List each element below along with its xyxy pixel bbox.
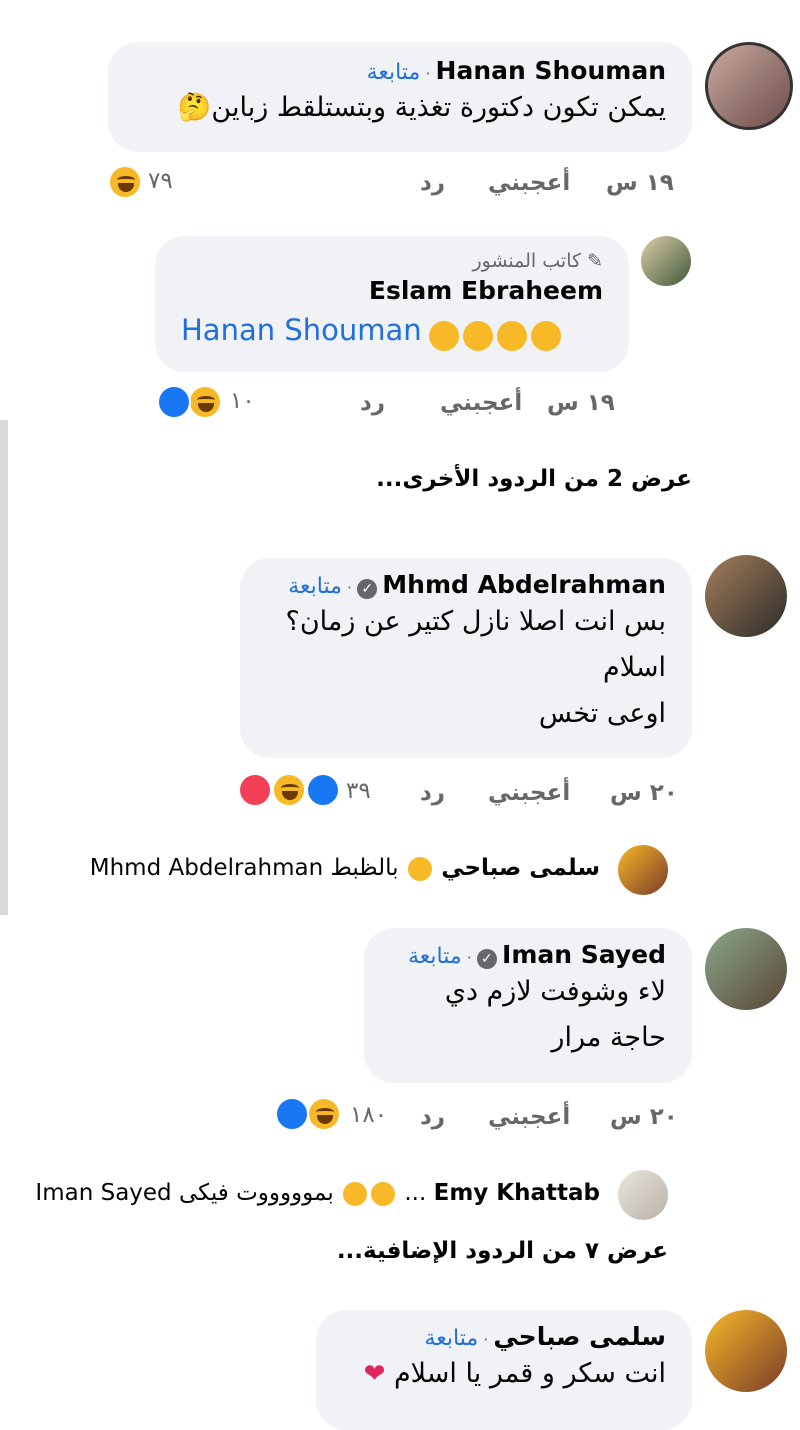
star-eyes-emoji-icon bbox=[343, 1181, 368, 1206]
laughing-emoji-icon bbox=[530, 320, 561, 351]
comment-bubble: Mhmd Abdelrahman ✓ · متابعة بس انت اصلا … bbox=[240, 558, 692, 758]
comment-line: حاجة مرار bbox=[551, 1022, 666, 1053]
reply-mention[interactable]: Mhmd Abdelrahman bbox=[90, 855, 323, 881]
reply-button[interactable]: رد bbox=[360, 390, 385, 416]
reply-button[interactable]: رد bbox=[420, 780, 445, 806]
reply-author[interactable]: سلمى صباحي bbox=[441, 855, 600, 881]
commenter-name[interactable]: Iman Sayed bbox=[502, 940, 666, 969]
commenter-name[interactable]: Mhmd Abdelrahman bbox=[382, 570, 666, 599]
comment-time: ١٩ س bbox=[606, 170, 674, 196]
avatar[interactable] bbox=[641, 236, 691, 286]
comment-line: اوعى تخس bbox=[538, 698, 666, 729]
commenter-name[interactable]: Eslam Ebraheem bbox=[181, 276, 603, 305]
comment-line: اسلام bbox=[603, 652, 666, 683]
avatar[interactable] bbox=[705, 555, 787, 637]
haha-reaction-icon bbox=[307, 1097, 341, 1131]
follow-link[interactable]: متابعة bbox=[367, 60, 421, 85]
pencil-icon: ✎ bbox=[587, 250, 603, 272]
avatar[interactable] bbox=[618, 1170, 668, 1220]
comment-line: بس انت اصلا نازل كتير عن زمان؟ bbox=[285, 606, 667, 637]
smile-emoji-icon bbox=[407, 856, 432, 881]
like-button[interactable]: أعجبني bbox=[440, 390, 522, 416]
laughing-emoji-icon bbox=[462, 320, 493, 351]
laughing-emoji-icon bbox=[496, 320, 527, 351]
avatar[interactable] bbox=[705, 42, 793, 130]
reply-button[interactable]: رد bbox=[420, 170, 445, 196]
comment-bubble: سلمى صباحي · متابعة انت سكر و قمر يا اسل… bbox=[316, 1310, 692, 1430]
comment-time: ٢٠ س bbox=[610, 780, 678, 806]
comment-time: ١٩ س bbox=[547, 390, 615, 416]
mention-link[interactable]: Hanan Shouman bbox=[181, 313, 422, 347]
star-eyes-emoji-icon bbox=[371, 1181, 396, 1206]
avatar[interactable] bbox=[705, 1310, 787, 1392]
commenter-name[interactable]: Hanan Shouman bbox=[436, 56, 666, 85]
follow-link[interactable]: متابعة bbox=[424, 1326, 478, 1351]
like-reaction-icon bbox=[275, 1097, 309, 1131]
haha-reaction-icon bbox=[108, 165, 142, 199]
comment-text: انت سكر و قمر يا اسلام bbox=[393, 1358, 666, 1389]
avatar[interactable] bbox=[618, 845, 668, 895]
like-button[interactable]: أعجبني bbox=[488, 170, 570, 196]
follow-link[interactable]: متابعة bbox=[288, 574, 342, 599]
heart-emoji-icon: ❤ bbox=[363, 1359, 386, 1389]
view-more-replies[interactable]: عرض ٧ من الردود الإضافية... bbox=[337, 1238, 668, 1264]
reaction-count[interactable]: ٣٩ bbox=[346, 778, 371, 804]
comment-text: يمكن تكون دكتورة تغذية وبتستلقط زباين🤔 bbox=[177, 92, 666, 123]
reply-button[interactable]: رد bbox=[420, 1104, 445, 1130]
like-button[interactable]: أعجبني bbox=[488, 1104, 570, 1130]
view-more-replies[interactable]: عرض 2 من الردود الأخرى... bbox=[376, 466, 692, 492]
comment-bubble: Hanan Shouman · متابعة يمكن تكون دكتورة … bbox=[108, 42, 692, 152]
like-reaction-icon bbox=[306, 773, 340, 807]
reply-preview[interactable]: Emy Khattab ... بموووووت فيكى Iman Sayed bbox=[35, 1180, 600, 1206]
author-badge: كاتب المنشور bbox=[472, 250, 582, 272]
verified-badge-icon: ✓ bbox=[357, 578, 378, 599]
reply-preview[interactable]: سلمى صباحي بالظبط Mhmd Abdelrahman bbox=[90, 855, 600, 881]
laughing-emoji-icon bbox=[428, 320, 459, 351]
comment-line: لاء وشوفت لازم دي bbox=[444, 976, 666, 1007]
reply-text: بالظبط bbox=[330, 855, 399, 881]
comment-bubble: ✎ كاتب المنشور Eslam Ebraheem Hanan Shou… bbox=[155, 236, 629, 372]
love-reaction-icon bbox=[238, 773, 272, 807]
comment-bubble: Iman Sayed ✓ · متابعة لاء وشوفت لازم دي … bbox=[364, 928, 692, 1083]
reply-text: بموووووت فيكى bbox=[178, 1180, 334, 1206]
reaction-count[interactable]: ٧٩ bbox=[148, 168, 173, 194]
haha-reaction-icon bbox=[272, 773, 306, 807]
follow-link[interactable]: متابعة bbox=[408, 944, 462, 969]
avatar[interactable] bbox=[705, 928, 787, 1010]
comment-time: ٢٠ س bbox=[610, 1104, 678, 1130]
like-button[interactable]: أعجبني bbox=[488, 780, 570, 806]
haha-reaction-icon bbox=[188, 385, 222, 419]
reaction-count[interactable]: ١٠ bbox=[230, 388, 255, 414]
commenter-name[interactable]: سلمى صباحي bbox=[493, 1322, 666, 1351]
reply-mention[interactable]: Iman Sayed bbox=[35, 1180, 171, 1206]
reaction-count[interactable]: ١٨٠ bbox=[350, 1102, 387, 1128]
reply-author[interactable]: Emy Khattab bbox=[434, 1180, 600, 1206]
like-reaction-icon bbox=[157, 385, 191, 419]
scroll-indicator[interactable] bbox=[0, 420, 8, 915]
verified-badge-icon: ✓ bbox=[476, 948, 497, 969]
